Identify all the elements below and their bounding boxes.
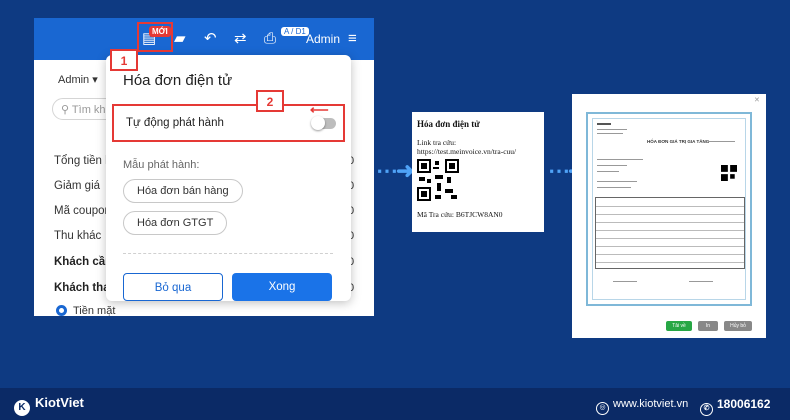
menu-icon[interactable]: ≡ (348, 31, 357, 47)
done-button[interactable]: Xong (232, 273, 332, 301)
hotline-text: 18006162 (717, 397, 771, 411)
radio-selected-icon (56, 305, 67, 316)
auto-issue-label: Tự động phát hành (126, 117, 224, 129)
lookup-link-label: Link tra cứu: (417, 138, 457, 147)
e-invoice-popup: Hóa đơn điện tử Tự động phát hành Mẫu ph… (106, 55, 351, 301)
cancel-invoice-button[interactable]: Hủy bỏ (724, 321, 752, 331)
table-row (596, 206, 744, 207)
search-placeholder: Tìm kh (71, 104, 106, 116)
flow-arrow-1-icon: ⋯➜ (376, 158, 414, 183)
page-indicator: A / D1 (281, 27, 309, 36)
invoice-text-line (597, 171, 619, 172)
table-row (596, 262, 744, 263)
qr-code-icon (417, 159, 459, 201)
invoice-text-line (597, 133, 623, 134)
invoice-signature-line (689, 281, 713, 282)
template-label: Mẫu phát hành: (123, 159, 200, 171)
table-row (596, 246, 744, 247)
summary-row-coupon: Mã coupon (54, 205, 111, 217)
brand: K KiotViet (14, 395, 84, 416)
swap-icon[interactable]: ⇄ (234, 31, 247, 47)
lookup-link-url[interactable]: https://test.meinvoice.vn/tra-cuu/ (417, 147, 516, 156)
e-invoice-qr-card: Hóa đơn điện tử Link tra cứu: https://te… (412, 112, 544, 232)
download-button[interactable]: Tải về (666, 321, 692, 331)
pos-topbar: ▤ MỚI ▰ ↶ ⇄ ⎙ A / D1 Admin ≡ (34, 18, 374, 60)
table-row (596, 254, 744, 255)
search-icon: ⚲ (61, 104, 72, 116)
invoice-text-line (597, 129, 627, 130)
callout-highlight-1 (137, 22, 173, 52)
invoice-border: HÓA ĐƠN GIÁ TRỊ GIA TĂNG (592, 118, 746, 300)
invoice-table (595, 197, 745, 269)
user-name[interactable]: Admin (306, 32, 340, 46)
invoice-header: HÓA ĐƠN GIÁ TRỊ GIA TĂNG (647, 139, 710, 144)
seller-select[interactable]: Admin ▾ (58, 73, 98, 86)
invoice-logo-line (597, 123, 611, 125)
hotline[interactable]: ✆ 18006162 (700, 397, 770, 416)
invoice-qr-icon (721, 165, 737, 181)
invoice-text-line (597, 165, 627, 166)
website-text: www.kiotviet.vn (613, 398, 689, 410)
cancel-button[interactable]: Bỏ qua (123, 273, 223, 301)
popup-title: Hóa đơn điện tử (123, 72, 233, 89)
pos-screen: ▤ MỚI ▰ ↶ ⇄ ⎙ A / D1 Admin ≡ Admin ▾ ⚲ T… (34, 18, 374, 316)
print-button[interactable]: In (698, 321, 718, 331)
summary-row-discount: Giảm giá (54, 180, 101, 192)
invoice-text-line (597, 181, 637, 182)
summary-row-customer-due: Khách cần (54, 256, 113, 268)
website[interactable]: ◎ www.kiotviet.vn (596, 398, 688, 415)
invoice-document: HÓA ĐƠN GIÁ TRỊ GIA TĂNG (586, 112, 752, 306)
invoice-text-line (597, 187, 631, 188)
table-row (596, 238, 744, 239)
qr-card-title: Hóa đơn điện tử (417, 119, 480, 129)
invoice-text-line (597, 159, 643, 160)
printer-icon[interactable]: ⎙ (264, 31, 276, 47)
lookup-code: Mã Tra cứu: B6TJCW8AN0 (417, 210, 503, 219)
phone-icon: ✆ (700, 403, 713, 416)
table-row (596, 230, 744, 231)
invoice-preview-window: ✕ HÓA ĐƠN GIÁ TRỊ GIA TĂNG Tải về In Hủy… (572, 94, 766, 338)
undo-icon[interactable]: ↶ (204, 31, 217, 47)
close-icon[interactable]: ✕ (754, 96, 760, 104)
callout-number-2: 2 (256, 90, 284, 112)
invoice-text-line (709, 141, 735, 142)
footer: K KiotViet ◎ www.kiotviet.vn ✆ 18006162 (0, 388, 790, 420)
kiotviet-logo-icon: K (14, 400, 30, 416)
auto-issue-toggle[interactable] (311, 116, 336, 130)
callout-arrow-icon: ⟵ (310, 102, 329, 117)
payment-method-label: Tiền mặt (73, 305, 116, 316)
template-vat-invoice[interactable]: Hóa đơn GTGT (123, 211, 228, 235)
payment-method-cash[interactable]: Tiền mặt (56, 305, 115, 316)
table-row (596, 222, 744, 223)
summary-row-total: Tổng tiền h (54, 155, 112, 167)
callout-number-1: 1 (110, 49, 138, 71)
globe-icon: ◎ (596, 402, 609, 415)
invoice-signature-line (613, 281, 637, 282)
popup-divider (123, 253, 333, 254)
template-sales-invoice[interactable]: Hóa đơn bán hàng (123, 179, 243, 203)
bag-icon[interactable]: ▰ (174, 31, 186, 47)
table-row (596, 214, 744, 215)
summary-row-other-income: Thu khác (54, 230, 102, 242)
brand-name: KiotViet (35, 395, 84, 410)
toggle-knob (311, 116, 325, 130)
